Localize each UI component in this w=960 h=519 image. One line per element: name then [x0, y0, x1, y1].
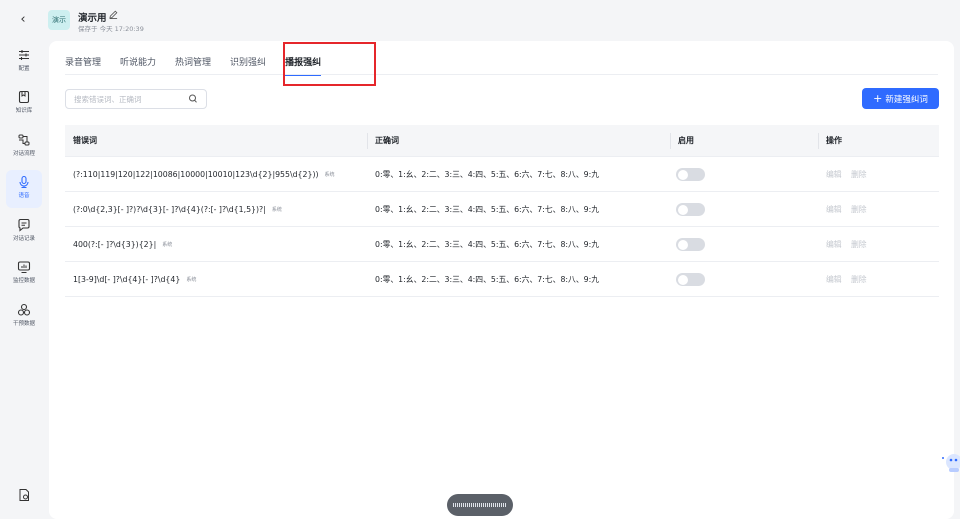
- plus-icon: +: [873, 92, 883, 105]
- highlight-box: [283, 42, 376, 86]
- top-bar: ‹ 演示 演示用 保存于 今天 17:20:39: [0, 0, 960, 40]
- sliders-icon: [19, 50, 29, 60]
- enabled-toggle[interactable]: [676, 168, 705, 181]
- delete-link[interactable]: 删除: [851, 157, 867, 192]
- header-actions: 操作: [826, 136, 842, 145]
- wrong-word: 1[3-9]\d[- ]?\d{4}[- ]?\d{4}: [73, 275, 181, 284]
- monitor-icon: [17, 261, 31, 273]
- sidebar-item-chat-log[interactable]: 对话记录: [0, 218, 48, 254]
- wrong-word: (?:0\d{2,3}[- ]?)?\d{3}[- ]?\d{4}(?:[- ]…: [73, 205, 266, 214]
- sidebar-item-label: 语音: [18, 193, 30, 199]
- new-button-label: 新建强纠词: [885, 95, 928, 105]
- sidebar: 配置 知识库 对话流程 语音 对话记录 监控数据 干预数据: [0, 40, 48, 519]
- sidebar-item-monitor[interactable]: 监控数据: [0, 260, 48, 296]
- main-panel: 录音管理 听说能力 热词管理 识别强纠 播报强纠 +新建强纠词 错误词 正确词 …: [49, 41, 954, 519]
- sidebar-item-voice[interactable]: 语音: [0, 175, 48, 211]
- chevron-left-icon[interactable]: ‹: [16, 12, 30, 28]
- system-tag: 系统: [186, 277, 197, 283]
- toggle-knob: [677, 274, 688, 285]
- search-icon[interactable]: [188, 93, 198, 105]
- edit-link[interactable]: 编辑: [826, 262, 842, 297]
- sidebar-item-label: 对话记录: [12, 236, 35, 242]
- sidebar-item-knowledge[interactable]: 知识库: [0, 90, 48, 126]
- edit-link[interactable]: 编辑: [826, 157, 842, 192]
- sidebar-item-flow[interactable]: 对话流程: [0, 133, 48, 169]
- settings-file-icon[interactable]: [18, 488, 30, 502]
- table-row: (?:0\d{2,3}[- ]?)?\d{3}[- ]?\d{4}(?:[- ]…: [65, 192, 939, 227]
- delete-link[interactable]: 删除: [851, 192, 867, 227]
- sidebar-item-intervention[interactable]: 干预数据: [0, 303, 48, 339]
- wrong-word: 400(?:[- ]?\d{3}){2}|: [73, 240, 157, 249]
- sidebar-item-label: 知识库: [15, 108, 33, 114]
- edit-link[interactable]: 编辑: [826, 192, 842, 227]
- tab-recording[interactable]: 录音管理: [65, 55, 101, 75]
- tab-recognition-correction[interactable]: 识别强纠: [230, 55, 266, 75]
- table-row: 1[3-9]\d[- ]?\d{4}[- ]?\d{4} 系统 0:零、1:幺、2…: [65, 262, 939, 297]
- microphone-icon: [19, 175, 29, 189]
- sidebar-item-label: 对话流程: [12, 151, 35, 157]
- enabled-toggle[interactable]: [676, 273, 705, 286]
- chat-icon: [18, 218, 30, 232]
- enabled-toggle[interactable]: [676, 238, 705, 251]
- sidebar-item-config[interactable]: 配置: [0, 48, 48, 84]
- correct-word: 0:零、1:幺、2:二、3:三、4:四、5:五、6:六、7:七、8:八、9:九: [375, 240, 600, 249]
- table-row: 400(?:[- ]?\d{3}){2}| 系统 0:零、1:幺、2:二、3:三、…: [65, 227, 939, 262]
- delete-link[interactable]: 删除: [851, 227, 867, 262]
- book-icon: [18, 90, 30, 104]
- sidebar-item-label: 配置: [18, 66, 30, 72]
- wrong-word-cell: (?:0\d{2,3}[- ]?)?\d{3}[- ]?\d{4}(?:[- ]…: [65, 192, 282, 227]
- search-input[interactable]: [66, 90, 176, 108]
- header-correct-word: 正确词: [375, 136, 399, 145]
- tab-divider: [65, 74, 938, 75]
- saved-timestamp: 保存于 今天 17:20:39: [78, 25, 144, 33]
- table-row: (?:110|119|120|122|10086|10000|10010|123…: [65, 157, 939, 192]
- enabled-toggle[interactable]: [676, 203, 705, 216]
- correct-word: 0:零、1:幺、2:二、3:三、4:四、5:五、6:六、7:七、8:八、9:九: [375, 205, 600, 214]
- tab-listening[interactable]: 听说能力: [120, 55, 156, 75]
- toggle-knob: [677, 204, 688, 215]
- nodes-icon: [17, 303, 31, 316]
- app-title: 演示用: [78, 13, 107, 24]
- tab-hotwords[interactable]: 热词管理: [175, 55, 211, 75]
- system-tag: 系统: [324, 172, 335, 178]
- waveform-icon: [453, 503, 507, 507]
- app-badge: 演示: [48, 10, 70, 30]
- edit-icon[interactable]: [109, 10, 118, 22]
- header-enabled: 启用: [678, 136, 694, 145]
- correct-word: 0:零、1:幺、2:二、3:三、4:四、5:五、6:六、7:七、8:八、9:九: [375, 170, 600, 179]
- delete-link[interactable]: 删除: [851, 262, 867, 297]
- search-box[interactable]: [65, 89, 207, 109]
- new-correction-button[interactable]: + 新建强纠词: [862, 88, 939, 109]
- wrong-word: (?:110|119|120|122|10086|10000|10010|123…: [73, 170, 319, 179]
- toggle-knob: [677, 169, 688, 180]
- wrong-word-cell: (?:110|119|120|122|10086|10000|10010|123…: [65, 157, 335, 192]
- sidebar-item-label: 监控数据: [12, 278, 35, 284]
- system-tag: 系统: [271, 207, 282, 213]
- correction-table: 错误词 正确词 启用 操作 (?:110|119|120|122|10086|1…: [65, 125, 939, 297]
- table-header: 错误词 正确词 启用 操作: [65, 125, 939, 157]
- sidebar-item-label: 干预数据: [12, 321, 35, 327]
- wrong-word-cell: 1[3-9]\d[- ]?\d{4}[- ]?\d{4} 系统: [65, 262, 196, 297]
- system-tag: 系统: [162, 242, 173, 248]
- toggle-knob: [677, 239, 688, 250]
- edit-link[interactable]: 编辑: [826, 227, 842, 262]
- assistant-robot-icon[interactable]: [940, 448, 960, 474]
- wrong-word-cell: 400(?:[- ]?\d{3}){2}| 系统: [65, 227, 172, 262]
- flow-icon: [18, 134, 30, 146]
- header-wrong-word: 错误词: [73, 136, 97, 145]
- correct-word: 0:零、1:幺、2:二、3:三、4:四、5:五、6:六、7:七、8:八、9:九: [375, 275, 600, 284]
- voice-wave-bar[interactable]: [447, 494, 513, 516]
